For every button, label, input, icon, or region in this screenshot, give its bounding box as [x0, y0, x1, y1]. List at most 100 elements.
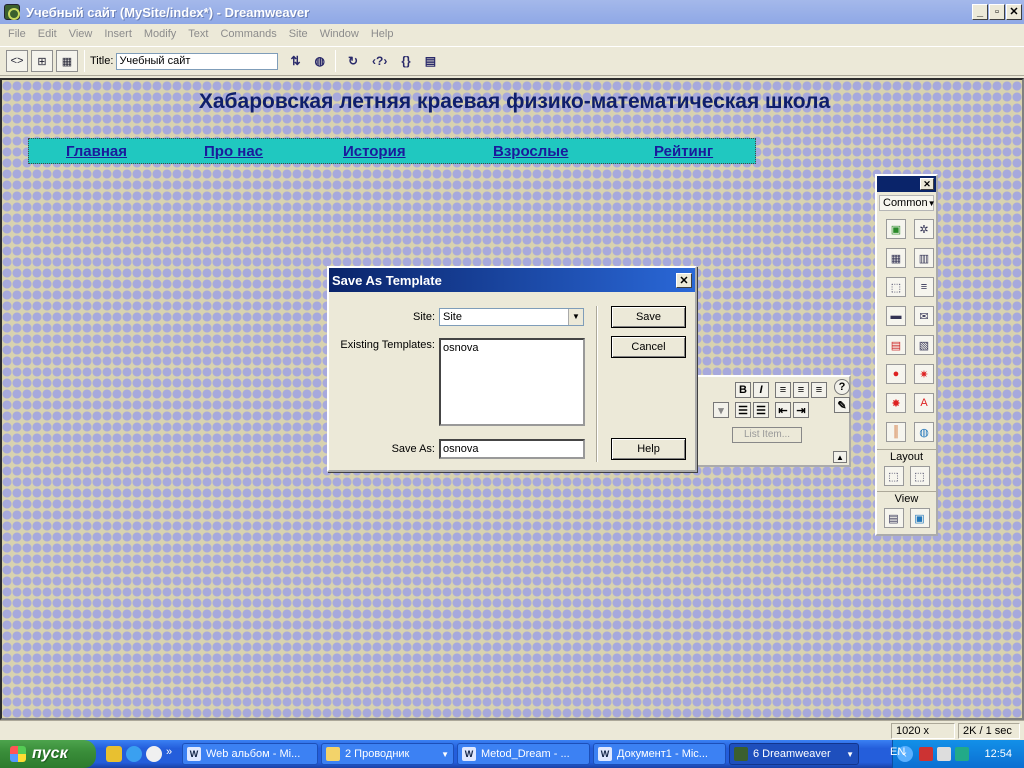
reference-icon[interactable]: ‹?› — [372, 54, 387, 68]
file-management-icon[interactable]: ⇅ — [290, 54, 300, 68]
layout-section-label: Layout — [877, 449, 936, 463]
insert-date-icon[interactable]: ▤ — [886, 335, 906, 355]
task-dreamweaver[interactable]: 6 Dreamweaver ▼ — [729, 743, 859, 765]
document-toolbar: <> ⊞ ▦ Title: ⇅ ◍ ↻ ‹?› {} ▤ — [0, 46, 1024, 76]
insert-category-select[interactable]: Common ▼ — [879, 195, 936, 211]
insert-tabular-icon[interactable]: ▧ — [914, 335, 934, 355]
nav-link-about[interactable]: Про нас — [204, 143, 263, 160]
task-web-album[interactable]: W Web альбом - Mi... — [182, 743, 318, 765]
menu-modify[interactable]: Modify — [138, 28, 182, 40]
align-left-icon[interactable]: ≡ — [775, 382, 791, 398]
start-button[interactable]: пуск — [0, 740, 96, 768]
clock[interactable]: 12:54 — [984, 748, 1012, 760]
outdent-icon[interactable]: ⇤ — [775, 402, 791, 418]
chevron-down-icon[interactable]: ▾ — [713, 402, 729, 418]
italic-button[interactable]: I — [753, 382, 769, 398]
tray-app-icon[interactable] — [955, 747, 969, 761]
menu-file[interactable]: File — [2, 28, 32, 40]
task-explorer[interactable]: 2 Проводник ▼ — [321, 743, 454, 765]
dialog-separator — [596, 306, 598, 462]
window-size-indicator[interactable]: 1020 x 640 — [891, 723, 955, 751]
insert-shockwave-icon[interactable]: ✷ — [914, 364, 934, 384]
media-player-icon[interactable] — [146, 746, 162, 762]
task-label: Документ1 - Mic... — [617, 748, 708, 760]
word-icon: W — [462, 747, 476, 761]
design-view-icon[interactable]: ▦ — [56, 50, 78, 72]
volume-icon[interactable] — [937, 747, 951, 761]
save-as-input[interactable] — [439, 439, 585, 459]
close-button[interactable]: ✕ — [1006, 4, 1022, 20]
task-metod-dream[interactable]: W Metod_Dream - ... — [457, 743, 590, 765]
align-right-icon[interactable]: ≡ — [811, 382, 827, 398]
insert-plugin-icon[interactable]: ◍ — [914, 422, 934, 442]
dialog-close-icon[interactable]: ✕ — [676, 272, 692, 288]
nav-link-home[interactable]: Главная — [66, 143, 127, 160]
align-center-icon[interactable]: ≡ — [793, 382, 809, 398]
split-view-icon[interactable]: ⊞ — [31, 50, 53, 72]
panel-close-icon[interactable]: ✕ — [920, 178, 934, 190]
menu-view[interactable]: View — [63, 28, 99, 40]
existing-templates-list[interactable]: osnova — [439, 338, 585, 426]
insert-hr-icon[interactable]: ▬ — [886, 306, 906, 326]
task-label: Metod_Dream - ... — [481, 748, 570, 760]
task-document1[interactable]: W Документ1 - Mic... — [593, 743, 726, 765]
help-icon[interactable]: ? — [834, 379, 850, 395]
menu-text[interactable]: Text — [182, 28, 214, 40]
window-title-bar: Учебный сайт (MySite/index*) - Dreamweav… — [0, 0, 1024, 24]
page-heading: Хабаровская летняя краевая физико-матема… — [198, 90, 831, 113]
language-indicator[interactable]: EN — [890, 746, 905, 758]
menu-commands[interactable]: Commands — [214, 28, 282, 40]
preview-browser-icon[interactable]: ◍ — [315, 54, 325, 68]
insert-table-icon[interactable]: ▦ — [886, 248, 906, 268]
insert-navbar-icon[interactable]: ≡ — [914, 277, 934, 297]
standard-view-icon[interactable]: ▤ — [883, 508, 904, 528]
outlook-icon[interactable] — [106, 746, 122, 762]
network-icon[interactable] — [919, 747, 933, 761]
collapse-icon[interactable]: ▲ — [833, 451, 847, 463]
refresh-icon[interactable]: ↻ — [348, 54, 358, 68]
menu-window[interactable]: Window — [314, 28, 365, 40]
site-select[interactable]: Site ▼ — [439, 308, 584, 326]
nav-link-adults[interactable]: Взрослые — [493, 143, 568, 160]
view-options-icon[interactable]: ▤ — [425, 54, 436, 68]
code-navigation-icon[interactable]: {} — [401, 54, 410, 68]
menu-insert[interactable]: Insert — [98, 28, 138, 40]
internet-explorer-icon[interactable] — [126, 746, 142, 762]
minimize-button[interactable]: _ — [972, 4, 988, 20]
layout-view-icon[interactable]: ▣ — [909, 508, 930, 528]
indent-icon[interactable]: ⇥ — [793, 402, 809, 418]
insert-flash-button-icon[interactable]: ✸ — [886, 393, 906, 413]
ordered-list-icon[interactable]: ☰ — [753, 402, 769, 418]
list-item[interactable]: osnova — [443, 342, 581, 354]
draw-layout-table-icon[interactable]: ⬚ — [909, 466, 930, 486]
menu-help[interactable]: Help — [365, 28, 400, 40]
insert-rollover-icon[interactable]: ✲ — [914, 219, 934, 239]
chevron-right-icon[interactable]: » — [166, 746, 176, 762]
window-title: Учебный сайт (MySite/index*) - Dreamweav… — [26, 4, 310, 20]
insert-email-icon[interactable]: ✉ — [914, 306, 934, 326]
start-label: пуск — [32, 745, 68, 762]
nav-link-history[interactable]: История — [343, 143, 406, 160]
menu-site[interactable]: Site — [283, 28, 314, 40]
restore-button[interactable]: ▫ — [989, 4, 1005, 20]
save-button[interactable]: Save — [611, 306, 686, 328]
edit-icon[interactable]: ✎ — [834, 397, 850, 413]
list-item-button[interactable]: List Item... — [732, 427, 802, 443]
bold-button[interactable]: B — [735, 382, 751, 398]
page-title-input[interactable] — [116, 52, 279, 70]
cancel-button[interactable]: Cancel — [611, 336, 686, 358]
insert-flash-icon[interactable]: ● — [886, 364, 906, 384]
menu-edit[interactable]: Edit — [32, 28, 63, 40]
insert-layer-icon[interactable]: ⬚ — [886, 277, 906, 297]
unordered-list-icon[interactable]: ☰ — [735, 402, 751, 418]
insert-flash-text-icon[interactable]: A — [914, 393, 934, 413]
nav-link-rating[interactable]: Рейтинг — [654, 143, 713, 160]
insert-generator-icon[interactable]: ║ — [886, 422, 906, 442]
code-view-icon[interactable]: <> — [6, 50, 28, 72]
draw-layout-cell-icon[interactable]: ⬚ — [883, 466, 904, 486]
toolbar-separator — [84, 50, 85, 72]
insert-panel-header: ✕ — [877, 176, 936, 192]
insert-image-icon[interactable]: ▣ — [886, 219, 906, 239]
help-button[interactable]: Help — [611, 438, 686, 460]
insert-tabular-data-icon[interactable]: ▥ — [914, 248, 934, 268]
